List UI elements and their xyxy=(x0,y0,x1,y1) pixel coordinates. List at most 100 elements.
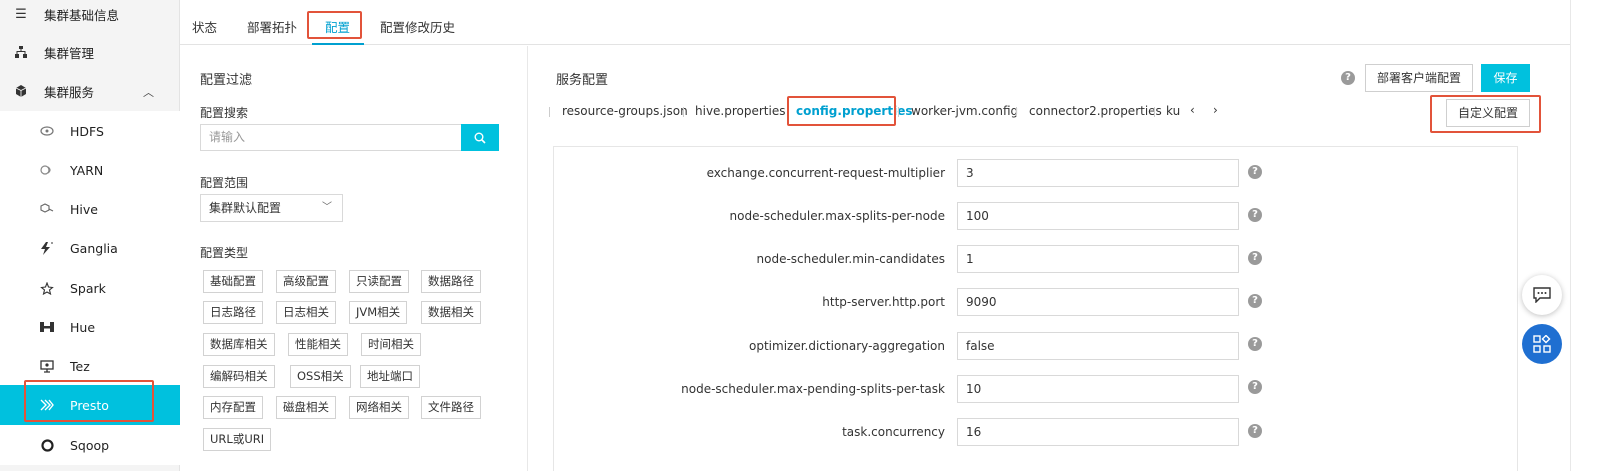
sidebar-item-label: Spark xyxy=(70,280,106,296)
scope-select[interactable]: 集群默认配置 ﹀ xyxy=(200,194,343,222)
custom-config-button[interactable]: 自定义配置 xyxy=(1446,99,1530,127)
sidebar-item-ganglia[interactable]: Ganglia xyxy=(0,228,180,268)
type-chip[interactable]: 文件路径 xyxy=(421,396,481,419)
type-chip[interactable]: 基础配置 xyxy=(203,270,263,293)
tab-separator xyxy=(1016,107,1017,117)
help-icon[interactable]: ? xyxy=(1248,337,1262,351)
apps-button[interactable] xyxy=(1522,324,1562,364)
property-value-input[interactable]: 9090 xyxy=(957,288,1239,316)
help-icon[interactable]: ? xyxy=(1248,208,1262,222)
property-value-input[interactable]: 1 xyxy=(957,245,1239,273)
type-chip[interactable]: 数据相关 xyxy=(421,301,481,324)
sqoop-icon xyxy=(40,438,54,452)
property-value-input[interactable]: 100 xyxy=(957,202,1239,230)
save-button[interactable]: 保存 xyxy=(1481,64,1530,92)
type-chip[interactable]: 数据库相关 xyxy=(203,333,275,356)
type-chip[interactable]: 编解码相关 xyxy=(203,365,275,388)
hierarchy-icon xyxy=(14,45,28,59)
file-tab-active[interactable]: config.properties xyxy=(796,104,912,118)
chevron-down-icon: ﹀ xyxy=(322,202,332,213)
property-value-input[interactable]: 16 xyxy=(957,418,1239,446)
sidebar-item-label: Ganglia xyxy=(70,240,118,256)
type-chip[interactable]: 内存配置 xyxy=(203,396,263,419)
tab-config-history[interactable]: 配置修改历史 xyxy=(380,17,455,36)
type-chip[interactable]: 地址端口 xyxy=(360,365,420,388)
type-chip[interactable]: 日志相关 xyxy=(276,301,336,324)
type-chip[interactable]: OSS相关 xyxy=(290,365,351,388)
property-key: task.concurrency xyxy=(842,425,945,439)
search-label: 配置搜索 xyxy=(200,106,249,120)
scope-label: 配置范围 xyxy=(200,176,249,190)
chevron-up-icon[interactable]: ︿ xyxy=(143,84,154,100)
file-tab[interactable]: hive.properties xyxy=(695,104,785,118)
property-value-input[interactable]: 10 xyxy=(957,375,1239,403)
type-chip[interactable]: 高级配置 xyxy=(276,270,336,293)
file-tab[interactable]: ku xyxy=(1166,104,1180,118)
file-tab[interactable]: connector2.properties xyxy=(1029,104,1162,118)
presto-icon xyxy=(40,398,54,412)
sidebar-item-cluster-services[interactable]: 集群服务 ︿ xyxy=(0,71,180,111)
type-chip[interactable]: 数据路径 xyxy=(421,270,481,293)
sidebar-item-label: Sqoop xyxy=(70,437,110,453)
sidebar-item-cluster-info[interactable]: ☰ 集群基础信息 xyxy=(0,0,180,34)
sidebar-item-label: Presto xyxy=(70,397,109,413)
sidebar-item-hive[interactable]: Hive xyxy=(0,189,180,229)
right-edge-bar xyxy=(1570,0,1598,471)
sidebar-item-label: 集群基础信息 xyxy=(44,7,120,23)
sidebar-item-label: Tez xyxy=(70,358,90,374)
property-key: node-scheduler.min-candidates xyxy=(756,252,945,266)
help-icon[interactable]: ? xyxy=(1248,165,1262,179)
sidebar-item-label: Hue xyxy=(70,319,96,335)
file-tab[interactable]: resource-groups.json xyxy=(562,104,688,118)
sidebar-item-tez[interactable]: Tez xyxy=(0,346,180,386)
service-config-title: 服务配置 xyxy=(556,73,609,88)
property-value-input[interactable]: false xyxy=(957,332,1239,360)
sidebar: ☰ 集群基础信息 集群管理 集群服务 ︿ HDFS YARN Hive Gang… xyxy=(0,0,180,471)
help-icon[interactable]: ? xyxy=(1248,380,1262,394)
tab-config[interactable]: 配置 xyxy=(325,17,350,36)
chat-button[interactable] xyxy=(1522,275,1562,315)
yarn-icon xyxy=(40,163,54,177)
property-value-input[interactable]: 3 xyxy=(957,159,1239,187)
help-icon[interactable]: ? xyxy=(1248,294,1262,308)
file-tab[interactable]: worker-jvm.config xyxy=(911,104,1018,118)
sidebar-item-sqoop[interactable]: Sqoop xyxy=(0,425,180,465)
type-chip[interactable]: URL或URI xyxy=(203,428,272,451)
type-chip[interactable]: 性能相关 xyxy=(288,333,348,356)
sidebar-item-spark[interactable]: Spark xyxy=(0,268,180,308)
type-chip[interactable]: JVM相关 xyxy=(349,301,408,324)
tab-status[interactable]: 状态 xyxy=(192,17,217,36)
tab-separator xyxy=(898,107,899,117)
filter-title: 配置过滤 xyxy=(200,73,253,88)
chevron-right-icon[interactable]: › xyxy=(1213,103,1218,117)
sidebar-item-presto[interactable]: Presto xyxy=(0,385,180,425)
help-icon[interactable]: ? xyxy=(1248,424,1262,438)
search-button[interactable] xyxy=(461,124,499,151)
type-chip[interactable]: 时间相关 xyxy=(361,333,421,356)
spark-icon xyxy=(40,281,54,295)
property-key: exchange.concurrent-request-multiplier xyxy=(706,166,945,180)
sidebar-item-cluster-management[interactable]: 集群管理 xyxy=(0,32,180,72)
sidebar-item-hdfs[interactable]: HDFS xyxy=(0,111,180,151)
help-icon[interactable]: ? xyxy=(1341,71,1355,85)
tab-deploy-topology[interactable]: 部署拓扑 xyxy=(247,17,297,36)
property-key: node-scheduler.max-splits-per-node xyxy=(729,209,945,223)
sidebar-item-hue[interactable]: Hue xyxy=(0,307,180,347)
search-input[interactable]: 请输入 xyxy=(200,124,462,151)
list-icon: ☰ xyxy=(15,6,27,22)
type-chip[interactable]: 只读配置 xyxy=(349,270,409,293)
deploy-client-config-button[interactable]: 部署客户端配置 xyxy=(1365,64,1473,92)
active-tab-indicator xyxy=(312,43,364,45)
property-key: optimizer.dictionary-aggregation xyxy=(749,339,945,353)
type-chip[interactable]: 网络相关 xyxy=(349,396,409,419)
sidebar-item-yarn[interactable]: YARN xyxy=(0,150,180,190)
apps-grid-icon xyxy=(1533,335,1551,353)
chevron-left-icon[interactable]: ‹ xyxy=(1190,103,1195,117)
ganglia-icon xyxy=(40,241,54,255)
type-chip[interactable]: 磁盘相关 xyxy=(276,396,336,419)
top-tabs: 状态 部署拓扑 配置 配置修改历史 xyxy=(180,0,1570,45)
sidebar-item-label: 集群服务 xyxy=(44,84,95,100)
help-icon[interactable]: ? xyxy=(1248,251,1262,265)
property-key: http-server.http.port xyxy=(822,295,945,309)
type-chip[interactable]: 日志路径 xyxy=(203,301,263,324)
